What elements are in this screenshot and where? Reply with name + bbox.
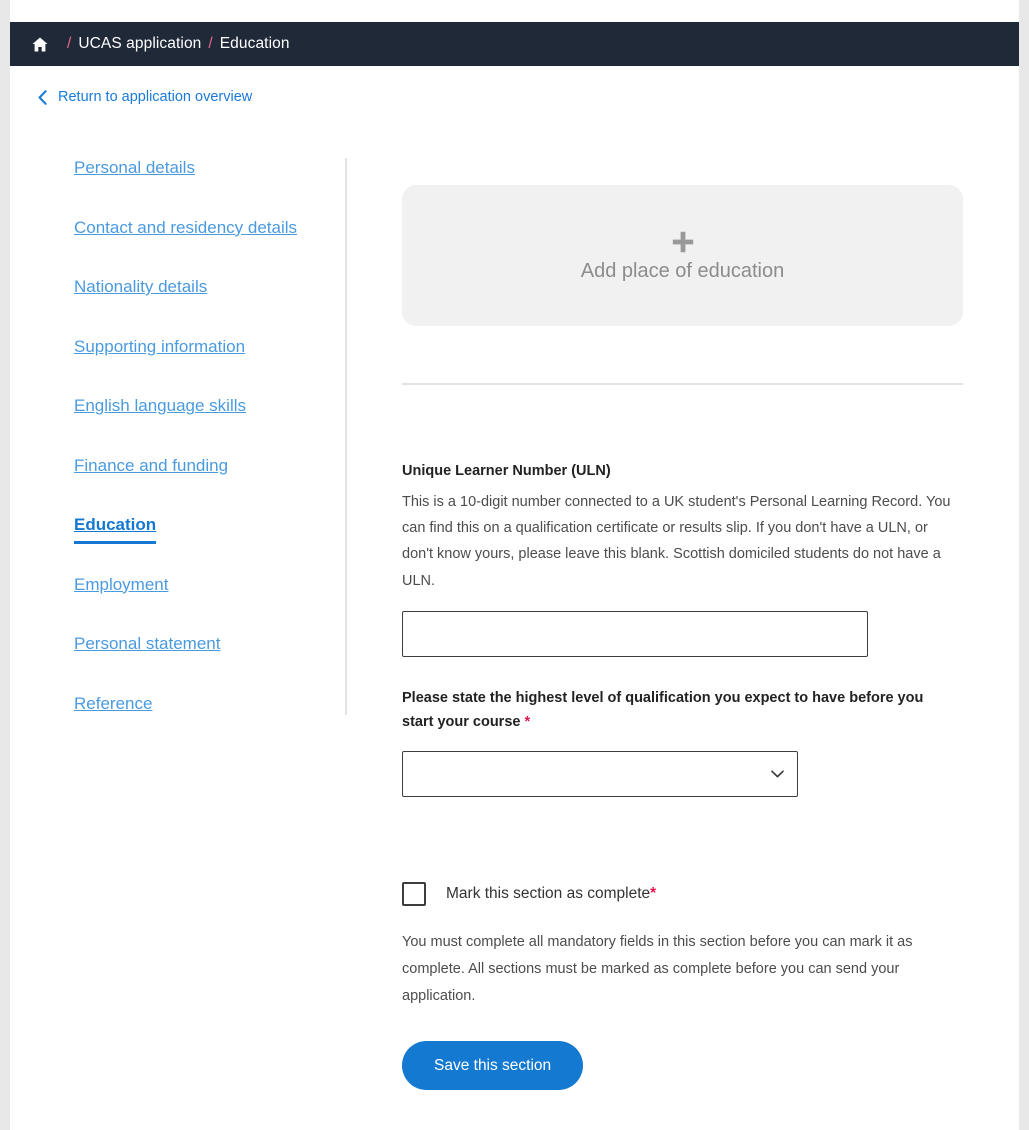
mark-complete-help: You must complete all mandatory fields i… (402, 934, 913, 1004)
return-to-overview-link[interactable]: Return to application overview (38, 89, 252, 105)
uln-input[interactable] (402, 611, 868, 658)
sidebar-item-finance-and-funding[interactable]: Finance and funding (74, 456, 228, 476)
mark-complete-required-marker: * (650, 885, 657, 903)
sidebar-item-english-language-skills[interactable]: English language skills (74, 396, 246, 416)
mark-complete-row: Mark this section as complete* (402, 882, 963, 907)
qualification-field-label: Please state the highest level of qualif… (402, 687, 954, 734)
breadcrumb-item-ucas-application[interactable]: UCAS application (78, 35, 201, 53)
plus-icon (672, 231, 693, 252)
sidebar-item-personal-statement[interactable]: Personal statement (74, 634, 220, 654)
breadcrumb-item-education[interactable]: Education (220, 35, 290, 53)
add-place-of-education-label: Add place of education (580, 259, 785, 282)
qualification-required-marker: * (524, 713, 531, 730)
sidebar-item-reference[interactable]: Reference (74, 694, 152, 714)
chevron-left-icon (38, 89, 47, 105)
sidebar-item-nationality-details[interactable]: Nationality details (74, 277, 207, 297)
breadcrumb-separator-1: / (67, 35, 72, 52)
mark-section-complete-checkbox[interactable] (402, 882, 426, 907)
qualification-field-label-text: Please state the highest level of qualif… (402, 690, 924, 730)
sidebar-item-supporting-information[interactable]: Supporting information (74, 337, 245, 357)
save-this-section-button[interactable]: Save this section (402, 1041, 584, 1091)
content-divider (402, 383, 963, 385)
add-place-of-education-card[interactable]: Add place of education (402, 185, 963, 326)
breadcrumb: / UCAS application / Education (10, 22, 1019, 66)
sidebar-divider (345, 158, 347, 715)
page-canvas: / UCAS application / Education Return to… (10, 0, 1019, 1130)
qualification-select[interactable] (402, 751, 798, 798)
sidebar-item-employment[interactable]: Employment (74, 575, 168, 595)
sidebar-item-education[interactable]: Education (74, 515, 157, 544)
return-to-overview-label: Return to application overview (58, 89, 253, 105)
mark-complete-label-text: Mark this section as complete (446, 885, 651, 903)
uln-field-help: This is a 10-digit number connected to a… (402, 493, 951, 589)
section-nav: Personal details Contact and residency d… (74, 158, 344, 713)
sidebar-item-contact-and-residency-details[interactable]: Contact and residency details (74, 218, 297, 238)
breadcrumb-separator-2: / (208, 35, 213, 52)
main-content: Add place of education Unique Learner Nu… (402, 185, 963, 1091)
qualification-select-wrapper (402, 751, 798, 798)
mark-complete-label[interactable]: Mark this section as complete* (446, 885, 656, 903)
home-icon[interactable] (32, 37, 48, 52)
uln-field-label: Unique Learner Number (ULN) (402, 463, 611, 479)
sidebar-item-personal-details[interactable]: Personal details (74, 158, 195, 178)
